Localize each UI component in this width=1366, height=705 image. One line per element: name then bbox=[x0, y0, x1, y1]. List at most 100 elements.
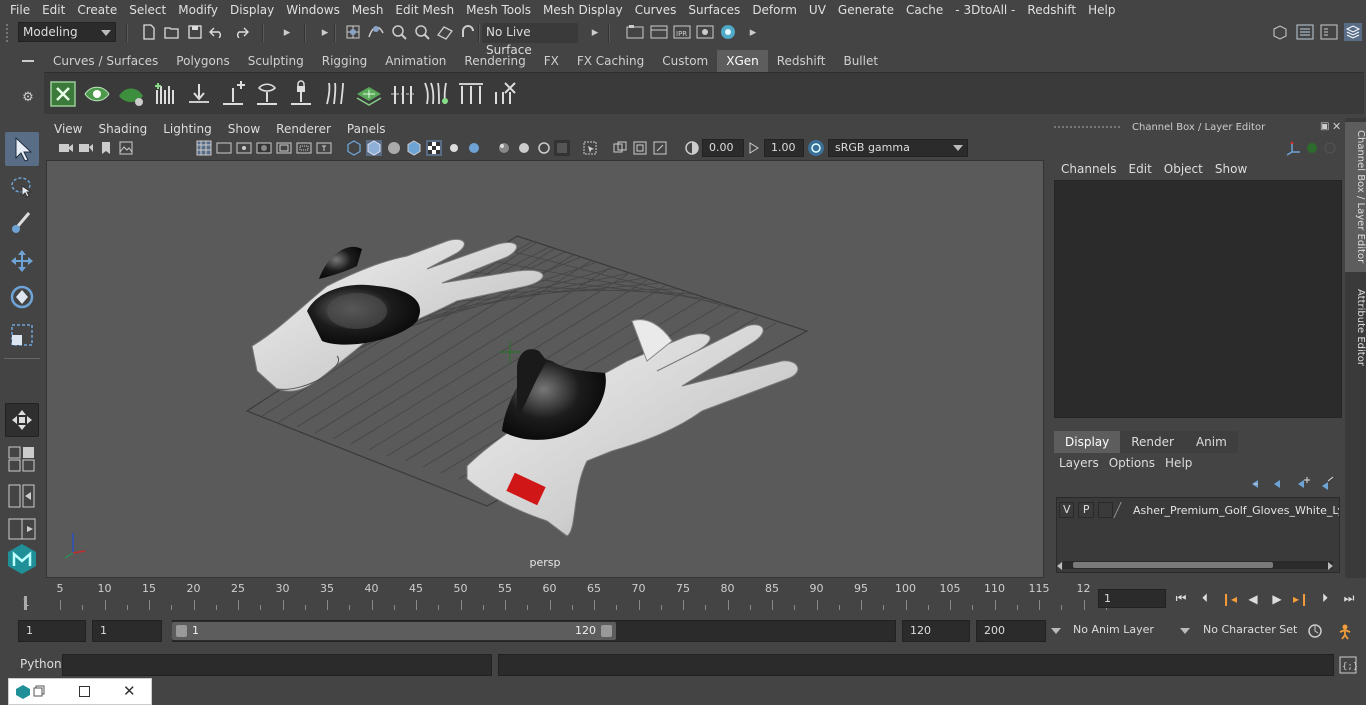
menu-curves[interactable]: Curves bbox=[629, 3, 683, 17]
tool-settings-toggle-icon[interactable] bbox=[1320, 23, 1338, 41]
safe-title-icon[interactable] bbox=[316, 140, 332, 156]
playback-start-field[interactable]: 1 bbox=[92, 620, 162, 642]
bookmark-icon[interactable] bbox=[98, 140, 114, 156]
collapse-arrow-icon[interactable]: ▸ bbox=[586, 23, 604, 41]
layer-menu-help[interactable]: Help bbox=[1160, 456, 1197, 470]
modeling-toolkit-icon[interactable] bbox=[1271, 23, 1289, 41]
viewport-menu-lighting[interactable]: Lighting bbox=[155, 122, 220, 136]
shadows-icon[interactable] bbox=[466, 140, 482, 156]
channel-box-toggle-icon[interactable] bbox=[1344, 23, 1362, 41]
go-to-end-icon[interactable]: ⏭ bbox=[1340, 590, 1358, 608]
depth-of-field-icon[interactable] bbox=[554, 140, 570, 156]
viewport-menu-panels[interactable]: Panels bbox=[339, 122, 394, 136]
camera-lock-icon[interactable] bbox=[78, 140, 94, 156]
exposure-field[interactable]: 0.00 bbox=[702, 139, 744, 157]
snap-grid-icon[interactable] bbox=[344, 23, 362, 41]
default-material-icon[interactable] bbox=[386, 140, 402, 156]
menu-mesh[interactable]: Mesh bbox=[346, 3, 390, 17]
layer-color-swatch[interactable] bbox=[1113, 502, 1133, 518]
shelf-tab-animation[interactable]: Animation bbox=[376, 50, 455, 72]
open-scene-icon[interactable] bbox=[163, 23, 181, 41]
magnet-icon[interactable] bbox=[459, 23, 477, 41]
gamma-icon[interactable] bbox=[746, 140, 762, 156]
menu-cache[interactable]: Cache bbox=[900, 3, 949, 17]
layout-two-view-icon[interactable] bbox=[8, 484, 36, 508]
layout-outliner-icon[interactable] bbox=[8, 518, 36, 540]
menu-mesh-tools[interactable]: Mesh Tools bbox=[460, 3, 537, 17]
xgen-collection-icon[interactable] bbox=[116, 79, 146, 109]
menu-modify[interactable]: Modify bbox=[172, 3, 224, 17]
shelf-tab-bullet[interactable]: Bullet bbox=[834, 50, 887, 72]
play-backwards-icon[interactable]: ◀ bbox=[1244, 590, 1262, 608]
move-tool[interactable] bbox=[5, 244, 39, 278]
wireframe-on-shaded-icon[interactable] bbox=[406, 140, 422, 156]
undo-icon[interactable] bbox=[208, 23, 226, 41]
shelf-tab-rendering[interactable]: Rendering bbox=[455, 50, 534, 72]
collapse-arrow-icon[interactable]: ▸ bbox=[278, 23, 296, 41]
maximize-icon[interactable] bbox=[79, 686, 90, 697]
menu-edit[interactable]: Edit bbox=[36, 3, 71, 17]
grid-icon[interactable] bbox=[196, 140, 212, 156]
chevron-down-icon[interactable] bbox=[1180, 628, 1190, 634]
new-scene-icon[interactable] bbox=[140, 23, 158, 41]
viewport-menu-shading[interactable]: Shading bbox=[90, 122, 155, 136]
select-tool[interactable] bbox=[5, 132, 39, 166]
header-grip[interactable] bbox=[1054, 126, 1120, 130]
render-frame-icon[interactable] bbox=[650, 23, 668, 41]
smooth-shade-icon[interactable] bbox=[366, 140, 382, 156]
mode-selector[interactable]: Modeling bbox=[18, 22, 116, 42]
xgen-place-guides-icon[interactable] bbox=[184, 79, 214, 109]
shelf-tab-rigging[interactable]: Rigging bbox=[313, 50, 376, 72]
channel-box-area[interactable] bbox=[1054, 180, 1342, 418]
auto-key-icon[interactable] bbox=[1306, 622, 1324, 640]
render-view-icon[interactable] bbox=[696, 23, 714, 41]
resolution-gate-icon[interactable] bbox=[236, 140, 252, 156]
layer-visibility-toggle[interactable]: V bbox=[1059, 502, 1075, 518]
gamma-field[interactable]: 1.00 bbox=[764, 139, 804, 157]
xray-joints-icon[interactable] bbox=[632, 140, 648, 156]
script-editor-icon[interactable]: {;} bbox=[1339, 656, 1358, 674]
gear-icon[interactable]: ⚙ bbox=[20, 90, 36, 106]
menu-edit-mesh[interactable]: Edit Mesh bbox=[389, 3, 460, 17]
menu-file[interactable]: File bbox=[0, 3, 36, 17]
xray-active-components-icon[interactable] bbox=[652, 140, 668, 156]
channel-box-menu-object[interactable]: Object bbox=[1158, 162, 1209, 176]
tab-channel-box[interactable]: Channel Box / Layer Editor bbox=[1345, 122, 1366, 272]
tab-render[interactable]: Render bbox=[1120, 431, 1185, 453]
scroll-left-icon[interactable] bbox=[1057, 562, 1062, 570]
gate-mask-icon[interactable] bbox=[256, 140, 272, 156]
xgen-interactive-groom-icon[interactable] bbox=[150, 79, 180, 109]
shelf-tab-fx[interactable]: FX bbox=[535, 50, 568, 72]
current-frame-field[interactable]: 1 bbox=[1098, 589, 1166, 608]
menu-generate[interactable]: Generate bbox=[832, 3, 900, 17]
color-management-icon[interactable] bbox=[808, 140, 824, 156]
channel-box-menu-show[interactable]: Show bbox=[1209, 162, 1253, 176]
menu-windows[interactable]: Windows bbox=[280, 3, 346, 17]
go-to-start-icon[interactable]: ⏮ bbox=[1172, 590, 1190, 608]
range-slider-bar[interactable]: 1 120 bbox=[172, 622, 616, 640]
step-forward-frame-icon[interactable]: ▸❙ bbox=[1292, 590, 1310, 608]
shelf-tab-sculpting[interactable]: Sculpting bbox=[239, 50, 313, 72]
xgen-preview-icon[interactable] bbox=[82, 79, 112, 109]
shelf-menu-icon[interactable] bbox=[22, 60, 34, 62]
shelf-tab-redshift[interactable]: Redshift bbox=[768, 50, 835, 72]
camera-select-icon[interactable] bbox=[58, 140, 74, 156]
image-plane-icon[interactable] bbox=[118, 140, 134, 156]
channel-box-menu-channels[interactable]: Channels bbox=[1055, 162, 1123, 176]
menu-uv[interactable]: UV bbox=[803, 3, 832, 17]
layer-playback-toggle[interactable]: P bbox=[1078, 502, 1094, 518]
collapse-arrow-icon[interactable]: ▸ bbox=[744, 23, 762, 41]
tab-anim[interactable]: Anim bbox=[1184, 431, 1238, 453]
show-manipulator-tool[interactable] bbox=[5, 403, 39, 437]
menu-3dtoall[interactable]: - 3DtoAll - bbox=[949, 3, 1021, 17]
use-all-lights-icon[interactable] bbox=[446, 140, 462, 156]
character-set-dropdown[interactable]: No Character Set bbox=[1196, 620, 1300, 642]
render-settings-icon[interactable] bbox=[626, 23, 644, 41]
rotate-tool[interactable] bbox=[5, 280, 39, 314]
scene-end-field[interactable]: 200 bbox=[976, 620, 1046, 642]
scale-tool[interactable] bbox=[5, 318, 39, 352]
range-slider-end-handle[interactable] bbox=[601, 625, 612, 637]
xgen-editor-icon[interactable] bbox=[48, 79, 78, 109]
xgen-add-guide-icon[interactable] bbox=[218, 79, 248, 109]
field-chart-icon[interactable] bbox=[276, 140, 292, 156]
